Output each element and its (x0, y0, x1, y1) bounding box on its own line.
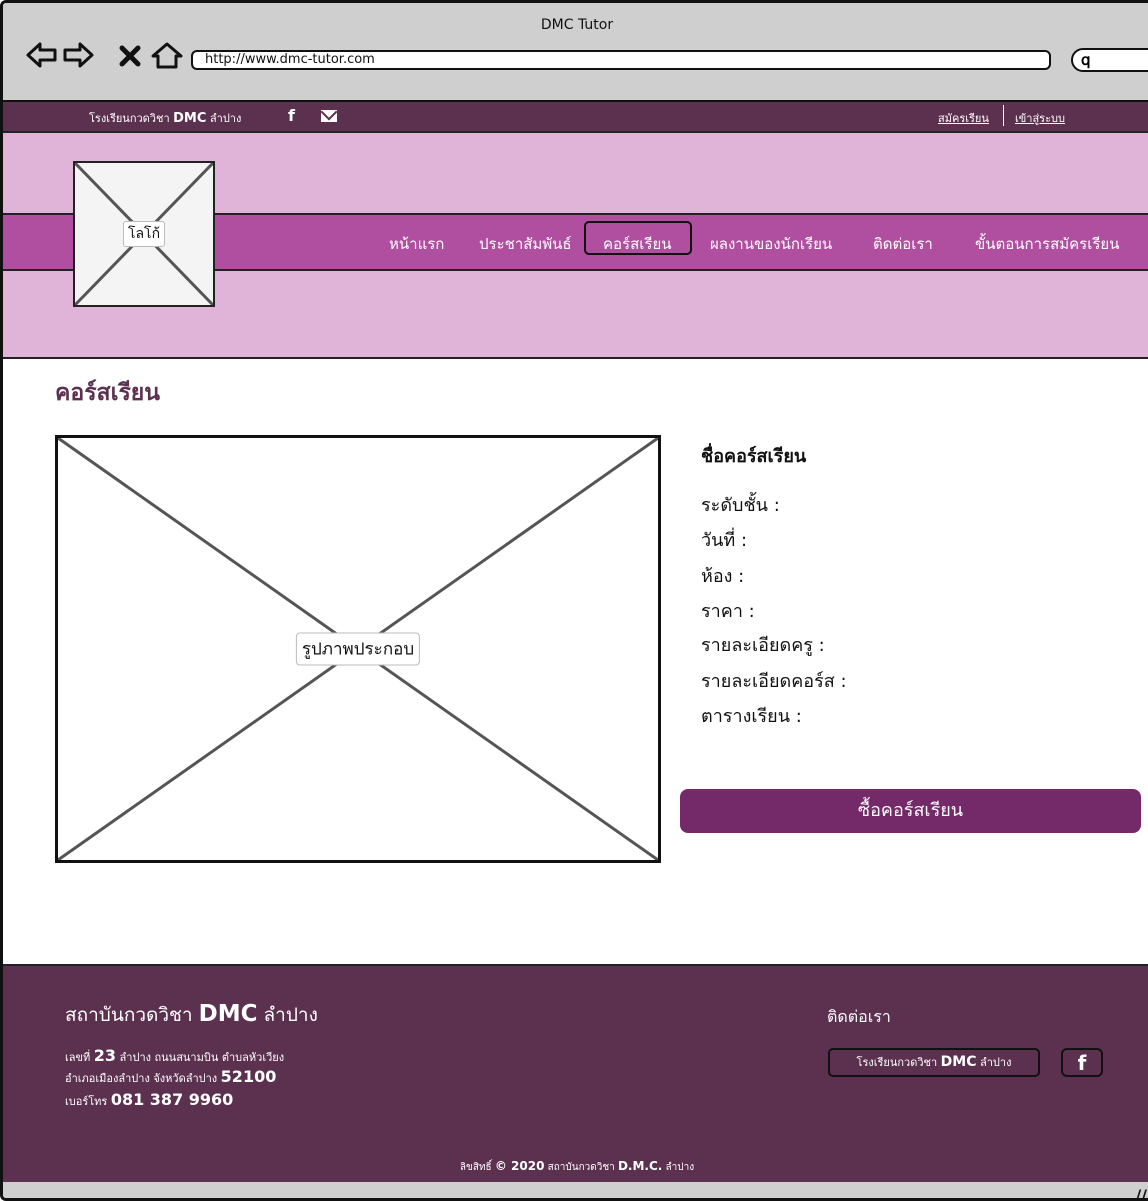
school-suffix: ลำปาง (209, 112, 242, 125)
field-price: ราคา : (701, 601, 755, 622)
contact-btn-brand: DMC (940, 1054, 977, 1070)
copyright: ลิขสิทธิ์ © 2020 สถาบันกวดวิชา D.M.C. ลำ… (3, 1159, 1148, 1175)
nav-item-contact[interactable]: ติดต่อเรา (873, 232, 933, 256)
institute-prefix: สถาบันกวดวิชา (65, 1004, 193, 1026)
field-schedule: ตารางเรียน : (701, 706, 802, 727)
copyright-brand: D.M.C. (617, 1159, 663, 1173)
field-grade: ระดับชั้น : (701, 495, 780, 516)
school-prefix: โรงเรียนกวดวิชา (89, 112, 170, 125)
register-link[interactable]: สมัครเรียน (938, 109, 989, 127)
buy-course-button[interactable]: ซื้อคอร์สเรียน (680, 789, 1141, 833)
field-teacher: รายละเอียดครู : (701, 635, 825, 656)
image-label: รูปภาพประกอบ (295, 632, 421, 666)
address-bar[interactable]: http://www.dmc-tutor.com (191, 50, 1051, 70)
facebook-icon[interactable]: f (1061, 1048, 1103, 1077)
footer-contact-title: ติดต่อเรา (827, 1007, 891, 1026)
page-title: คอร์สเรียน (55, 379, 161, 406)
login-link[interactable]: เข้าสู่ระบบ (1015, 109, 1065, 127)
phone-number: 081 387 9960 (110, 1090, 234, 1109)
address-line-2: อำเภอเมืองลำปาง จังหวัดลำปาง 52100 (65, 1067, 276, 1087)
divider (1003, 105, 1004, 126)
phone-line: เบอร์โทร 081 387 9960 (65, 1090, 233, 1110)
address1-rest: ลำปาง ถนนสนามบิน ตำบลหัวเวียง (119, 1051, 285, 1064)
mail-icon[interactable] (321, 110, 337, 122)
address1-prefix: เลขที่ (65, 1051, 91, 1064)
browser-window: DMC Tutor http://www.dmc-tutor.com 𝗊 โรง… (0, 0, 1148, 1201)
postal-code: 52100 (220, 1067, 277, 1086)
nav-item-courses[interactable]: คอร์สเรียน (603, 232, 671, 256)
school-brand: DMC (173, 111, 207, 126)
contact-btn-suffix: ลำปาง (980, 1056, 1012, 1069)
site-footer: สถาบันกวดวิชา DMC ลำปาง เลขที่ 23 ลำปาง … (3, 964, 1148, 1184)
copyright-middle: สถาบันกวดวิชา (547, 1162, 615, 1173)
browser-search-field[interactable]: 𝗊 (1071, 48, 1148, 72)
top-bar: โรงเรียนกวดวิชา DMC ลำปาง f สมัครเรียน เ… (3, 102, 1148, 133)
site-header: หน้าแรก ประชาสัมพันธ์ คอร์สเรียน ผลงานขอ… (3, 133, 1148, 359)
address2-prefix: อำเภอเมืองลำปาง จังหวัดลำปาง (65, 1072, 218, 1085)
address1-number: 23 (93, 1046, 117, 1065)
contact-btn-prefix: โรงเรียนกวดวิชา (856, 1056, 938, 1069)
back-icon[interactable] (25, 41, 59, 69)
facebook-icon[interactable]: f (288, 106, 295, 125)
footer-contact-button[interactable]: โรงเรียนกวดวิชา DMC ลำปาง (828, 1048, 1040, 1077)
search-icon: 𝗊 (1081, 51, 1091, 69)
stop-icon[interactable] (117, 41, 143, 69)
field-date: วันที่ : (701, 530, 748, 551)
logo-placeholder[interactable]: โลโก้ (73, 161, 215, 307)
copyright-prefix: ลิขสิทธิ์ (459, 1162, 492, 1173)
course-name: ชื่อคอร์สเรียน (701, 446, 807, 467)
window-title: DMC Tutor (540, 17, 614, 33)
nav-item-student-works[interactable]: ผลงานของนักเรียน (710, 232, 832, 256)
footer-institute-name: สถาบันกวดวิชา DMC ลำปาง (65, 1000, 318, 1030)
browser-toolbar: DMC Tutor http://www.dmc-tutor.com 𝗊 (3, 3, 1148, 102)
institute-brand: DMC (198, 1001, 258, 1027)
nav-item-news[interactable]: ประชาสัมพันธ์ (479, 232, 572, 256)
address-line-1: เลขที่ 23 ลำปาง ถนนสนามบิน ตำบลหัวเวียง (65, 1046, 284, 1066)
nav-item-home[interactable]: หน้าแรก (389, 232, 444, 256)
home-icon[interactable] (149, 41, 185, 69)
copyright-suffix: ลำปาง (665, 1162, 695, 1173)
resize-grip-icon[interactable]: // (1135, 1186, 1147, 1198)
phone-prefix: เบอร์โทร (65, 1095, 108, 1108)
browser-status-bar: // (3, 1182, 1148, 1198)
field-room: ห้อง : (701, 566, 745, 587)
field-course-detail: รายละเอียดคอร์ส : (701, 671, 847, 692)
copyright-year: © 2020 (494, 1159, 545, 1173)
nav-item-how-to-register[interactable]: ขั้นตอนการสมัครเรียน (975, 232, 1119, 256)
forward-icon[interactable] (61, 41, 95, 69)
school-name: โรงเรียนกวดวิชา DMC ลำปาง (89, 109, 241, 127)
course-image-placeholder: รูปภาพประกอบ (55, 435, 661, 863)
institute-suffix: ลำปาง (263, 1004, 318, 1026)
logo-label: โลโก้ (122, 221, 166, 247)
